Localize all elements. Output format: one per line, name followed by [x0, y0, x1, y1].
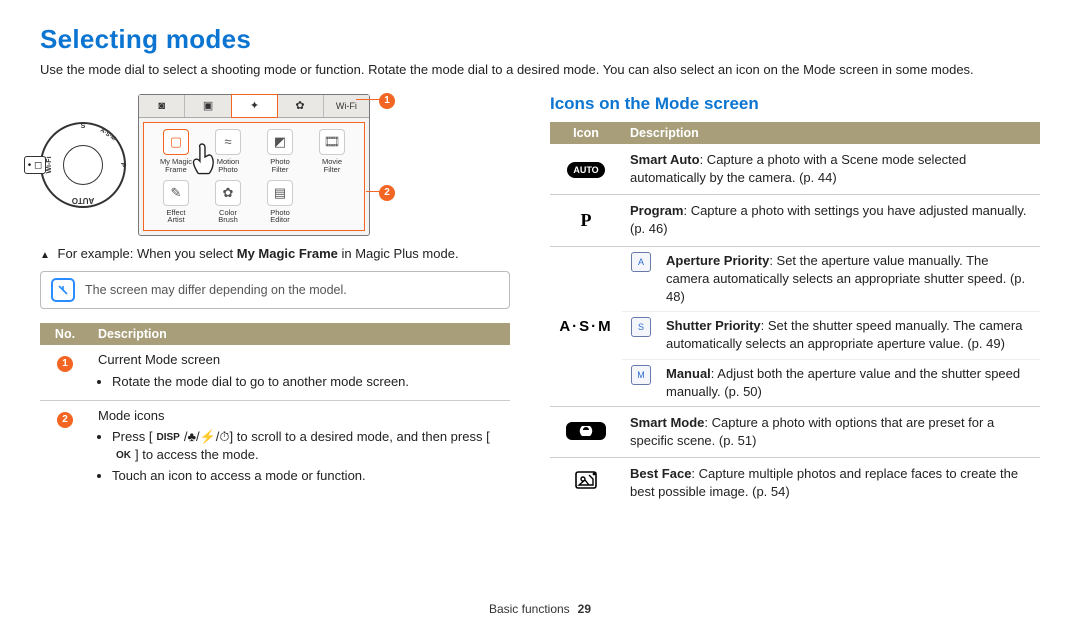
mode-icon-color-brush: ✿ Color Brush — [204, 180, 252, 225]
best-face-mode-icon — [566, 471, 606, 495]
dial-mark-program: P — [119, 163, 126, 168]
tab-picture: ▣ — [185, 95, 231, 117]
asm-mode-icon: A·S·M — [559, 316, 612, 337]
mode-icon-photo-editor: ▤ Photo Editor — [256, 180, 304, 225]
sub-a-desc: Aperture Priority: Set the aperture valu… — [660, 247, 1040, 312]
two-column-layout: S A·S·M P AUTO Wi-Fi • ◻ ◙ ▣ ✦ ✿ — [40, 94, 1040, 509]
sub-s-bold: Shutter Priority — [666, 318, 761, 333]
sub-m-rest: : Adjust both the aperture value and the… — [666, 366, 1020, 399]
movie-filter-icon: 🎞 — [319, 129, 345, 155]
example-suffix: in Magic Plus mode. — [338, 246, 459, 261]
tab-camera: ◙ — [139, 95, 185, 117]
mode-icon-photo-filter: ◩ Photo Filter — [256, 129, 304, 174]
th-desc2: Description — [622, 122, 1040, 144]
sub-s-desc: Shutter Priority: Set the shutter speed … — [660, 312, 1040, 359]
row2-bullet-1: Press [DISP/♣/⚡/⏱] to scroll to a desire… — [112, 428, 502, 464]
row2-b1-mid: ] to scroll to a desired mode, and then … — [230, 429, 490, 444]
table-callout-2: 2 — [57, 412, 73, 428]
tab-magic-plus: ✦ — [231, 94, 278, 118]
footer-section: Basic functions — [489, 602, 570, 616]
row2-b1-prefix: Press [ — [112, 429, 152, 444]
mode-screen-tab-row: ◙ ▣ ✦ ✿ Wi-Fi — [139, 95, 369, 118]
mode-icon-grid: ▢ My Magic Frame ≈ Motion Photo ◩ Photo … — [143, 122, 365, 232]
example-line: ▲ For example: When you select My Magic … — [40, 246, 510, 261]
sub-m-desc: Manual: Adjust both the aperture value a… — [660, 359, 1040, 406]
row-auto-desc: Smart Auto: Capture a photo with a Scene… — [622, 144, 1040, 195]
page-title: Selecting modes — [40, 24, 1040, 55]
callout-1-wrapper: 1 — [379, 91, 395, 109]
row-program-bold: Program — [630, 203, 683, 218]
note-text: The screen may differ depending on the m… — [85, 283, 347, 297]
th-description: Description — [90, 323, 510, 345]
dial-pointer-icon: • ◻ — [24, 156, 46, 174]
icons-section-title: Icons on the Mode screen — [550, 94, 1040, 114]
page-footer: Basic functions 29 — [489, 602, 591, 616]
program-mode-icon: P — [566, 208, 606, 233]
row2-bullet-2: Touch an icon to access a mode or functi… — [112, 467, 502, 485]
macro-icon: ♣ — [187, 429, 196, 444]
mode-icon-label: Color Brush — [218, 209, 238, 225]
shutter-priority-icon: S — [631, 317, 651, 337]
photo-editor-icon: ▤ — [267, 180, 293, 206]
footer-page-number: 29 — [578, 602, 591, 616]
dial-mark-wifi: Wi-Fi — [46, 157, 53, 174]
asm-subtable: A Aperture Priority: Set the aperture va… — [622, 247, 1040, 406]
th-icon: Icon — [550, 122, 622, 144]
row1-bullet-1: Rotate the mode dial to go to another mo… — [112, 373, 502, 391]
effect-artist-icon: ✎ — [163, 180, 189, 206]
row2-b1-suffix: ] to access the mode. — [135, 447, 259, 462]
callout-number-2: 2 — [379, 185, 395, 201]
ok-button-label: OK — [112, 449, 135, 463]
note-box: The screen may differ depending on the m… — [40, 271, 510, 309]
auto-mode-icon: AUTO — [567, 162, 604, 179]
mode-icon-label: Photo Filter — [270, 158, 290, 174]
color-brush-icon: ✿ — [215, 180, 241, 206]
row-bestface-bold: Best Face — [630, 466, 691, 481]
row-program-rest: : Capture a photo with settings you have… — [630, 203, 1027, 236]
row-program-desc: Program: Capture a photo with settings y… — [622, 195, 1040, 246]
callout-2-wrapper: 2 — [379, 183, 395, 201]
callout-number-1: 1 — [379, 93, 395, 109]
mode-screen-graphic: ◙ ▣ ✦ ✿ Wi-Fi ▢ My Magic Frame ≈ M — [138, 94, 370, 237]
triangle-bullet-icon: ▲ — [40, 250, 50, 261]
touch-finger-icon — [185, 139, 225, 179]
disp-button-label: DISP — [152, 431, 183, 445]
row-smart-bold: Smart Mode — [630, 415, 704, 430]
manual-mode-icon: M — [631, 365, 651, 385]
intro-text: Use the mode dial to select a shooting m… — [40, 61, 1040, 80]
row-auto-bold: Smart Auto — [630, 152, 700, 167]
smart-mode-icon — [566, 422, 606, 440]
row2-title: Mode icons — [98, 408, 164, 423]
photo-filter-icon: ◩ — [267, 129, 293, 155]
sub-m-bold: Manual — [666, 366, 711, 381]
mode-icon-label: Photo Editor — [270, 209, 290, 225]
page: Selecting modes Use the mode dial to sel… — [0, 0, 1080, 630]
row-smart-desc: Smart Mode: Capture a photo with options… — [622, 406, 1040, 457]
row-bestface-desc: Best Face: Capture multiple photos and r… — [622, 458, 1040, 509]
flash-icon: ⚡ — [200, 429, 216, 444]
mode-icon-effect-artist: ✎ Effect Artist — [152, 180, 200, 225]
mode-dial-graphic: S A·S·M P AUTO Wi-Fi — [40, 122, 126, 208]
icons-description-table: Icon Description AUTO Smart Auto: Captur… — [550, 122, 1040, 509]
mode-icon-movie-filter: 🎞 Movie Filter — [308, 129, 356, 174]
illustration-block: S A·S·M P AUTO Wi-Fi • ◻ ◙ ▣ ✦ ✿ — [40, 94, 510, 237]
dial-mark-smart: S — [81, 123, 86, 130]
row1-title: Current Mode screen — [98, 352, 220, 367]
aperture-priority-icon: A — [631, 252, 651, 272]
mode-icon-label: Effect Artist — [166, 209, 185, 225]
left-column: S A·S·M P AUTO Wi-Fi • ◻ ◙ ▣ ✦ ✿ — [40, 94, 510, 509]
table-callout-1: 1 — [57, 356, 73, 372]
right-column: Icons on the Mode screen Icon Descriptio… — [550, 94, 1040, 509]
mode-icon-label: Movie Filter — [322, 158, 342, 174]
sub-a-bold: Aperture Priority — [666, 253, 769, 268]
dial-mark-asm: A·S·M — [99, 128, 117, 143]
dial-mark-auto: AUTO — [72, 196, 95, 205]
example-prefix: For example: When you select — [58, 246, 237, 261]
note-icon — [51, 278, 75, 302]
tab-settings: ✿ — [277, 95, 323, 117]
th-no: No. — [40, 323, 90, 345]
example-bold: My Magic Frame — [237, 246, 338, 261]
timer-icon: ⏱ — [219, 429, 229, 444]
no-description-table: No. Description 1 Current Mode screen Ro… — [40, 323, 510, 494]
